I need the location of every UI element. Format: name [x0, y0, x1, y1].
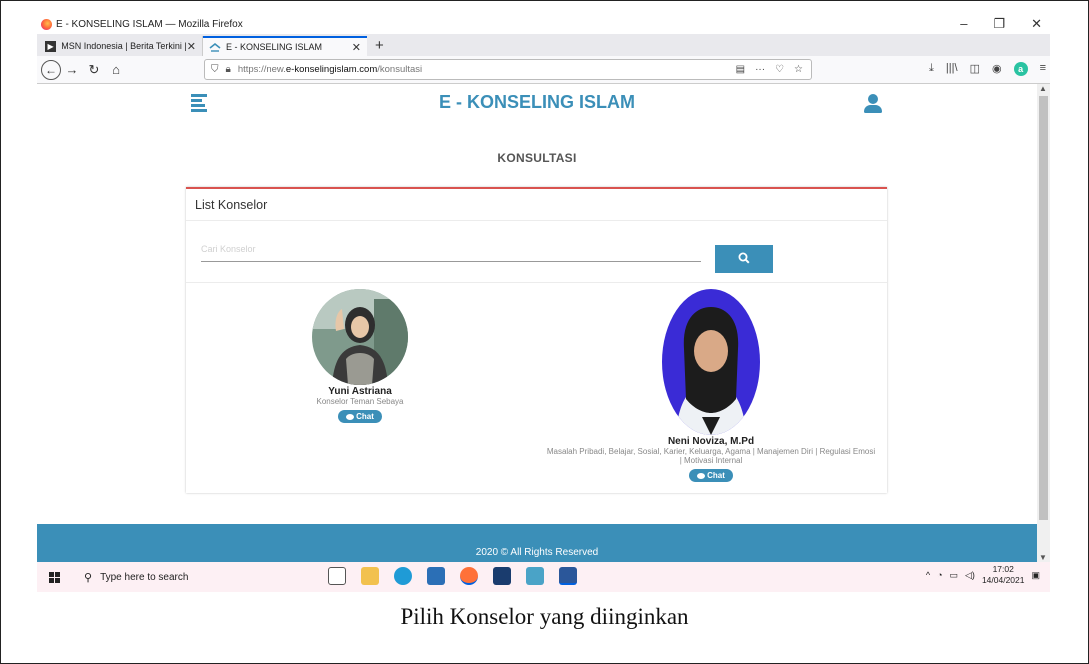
navigation-bar: ← → ↻ ⌂ ⛉ 🔒︎ https://new. e-konselingisla… [37, 56, 1050, 84]
counselor-card: Neni Noviza, M.Pd Masalah Pribadi, Belaj… [546, 289, 876, 483]
taskbar-apps [328, 567, 577, 585]
footer-text: 2020 © All Rights Reserved [475, 547, 599, 558]
site-title[interactable]: E - KONSELING ISLAM [37, 92, 1037, 113]
file-explorer-icon[interactable] [361, 567, 379, 585]
tab-label: MSN Indonesia | Berita Terkini | [61, 41, 187, 51]
task-view-icon[interactable] [328, 567, 346, 585]
shield-icon[interactable]: ⛉ [211, 64, 219, 75]
search-button[interactable] [715, 245, 773, 273]
mail-icon[interactable] [427, 567, 445, 585]
dropbox-icon[interactable] [493, 567, 511, 585]
clock-time: 17:02 [992, 564, 1014, 574]
back-button[interactable]: ← [41, 59, 61, 80]
reader-view-icon[interactable]: ▤ [736, 64, 745, 75]
scrollbar-thumb[interactable] [1039, 96, 1048, 520]
search-row [186, 221, 887, 283]
forward-button[interactable]: → [61, 62, 83, 77]
more-actions-icon[interactable]: ··· [755, 64, 765, 75]
chat-label: Chat [356, 412, 374, 421]
minimize-button[interactable]: – [960, 16, 967, 32]
site-header: E - KONSELING ISLAM [37, 84, 1037, 120]
tray-chevron-icon[interactable]: ^ [926, 570, 930, 580]
taskbar-search-placeholder: Type here to search [100, 571, 189, 583]
network-icon[interactable]: ◔ [937, 570, 942, 580]
search-counselor-input[interactable] [201, 236, 701, 262]
windows-start-icon[interactable] [49, 571, 60, 583]
firefox-logo-icon [41, 18, 52, 30]
site-favicon-icon [209, 42, 221, 53]
downloads-icon[interactable]: ⤓ [929, 62, 934, 76]
tab-msn[interactable]: ▶ MSN Indonesia | Berita Terkini | ✕ [39, 36, 203, 56]
window-titlebar: E - KONSELING ISLAM — Mozilla Firefox – … [37, 14, 1050, 34]
close-window-button[interactable]: ✕ [1031, 16, 1042, 32]
app-icon[interactable] [526, 567, 544, 585]
tab-bar: ▶ MSN Indonesia | Berita Terkini | ✕ E -… [37, 34, 1050, 56]
chat-label: Chat [707, 471, 725, 480]
maximize-button[interactable]: ❐ [993, 16, 1005, 32]
chat-button[interactable]: Chat [689, 469, 733, 482]
taskbar-search[interactable]: ⚲ Type here to search [74, 562, 318, 592]
chat-button[interactable]: Chat [338, 410, 382, 423]
url-prefix: https://new. [237, 64, 286, 75]
edge-browser-icon[interactable] [394, 567, 412, 585]
windows-taskbar: ⚲ Type here to search ^ ◔ ▭ ◁) 17:02 14/… [37, 562, 1050, 592]
pocket-icon[interactable]: ♡ [775, 64, 784, 75]
system-tray: ^ ◔ ▭ ◁) 17:02 14/04/2021 ▣ [926, 564, 1040, 586]
word-icon[interactable] [559, 567, 577, 585]
window-title: E - KONSELING ISLAM — Mozilla Firefox [56, 18, 243, 30]
battery-icon[interactable]: ▭ [950, 570, 959, 581]
page-heading: KONSULTASI [497, 151, 577, 165]
close-tab-icon[interactable]: ✕ [352, 41, 361, 54]
site-footer: 2020 © All Rights Reserved [37, 524, 1037, 562]
counselor-description: Konselor Teman Sebaya [316, 397, 404, 406]
counselor-photo [662, 289, 760, 435]
library-icon[interactable]: |||\ [946, 62, 958, 76]
close-tab-icon[interactable]: ✕ [187, 40, 196, 53]
chat-bubble-icon [697, 472, 706, 479]
figure-caption: Pilih Konselor yang diinginkan [400, 604, 689, 629]
url-domain: e-konselingislam.com [285, 64, 378, 75]
notifications-icon[interactable]: ▣ [1031, 570, 1040, 581]
page-scrollbar[interactable]: ▲ ▼ [1037, 84, 1050, 562]
search-icon [738, 252, 750, 264]
url-bar[interactable]: ⛉ 🔒︎ https://new. e-konselingislam.com/ko… [204, 59, 812, 80]
tab-label: E - KONSELING ISLAM [226, 42, 323, 52]
counselor-card: Yuni Astriana Konselor Teman Sebaya Chat [285, 289, 435, 424]
screenshot: E - KONSELING ISLAM — Mozilla Firefox – … [37, 14, 1050, 592]
counselor-name: Yuni Astriana [328, 386, 392, 397]
user-profile-icon[interactable] [864, 94, 882, 113]
page-viewport: E - KONSELING ISLAM KONSULTASI List Kons… [37, 84, 1037, 562]
chat-bubble-icon [346, 413, 355, 420]
counselor-list-card: List Konselor Cari Konselor Yuni Astrian… [186, 187, 887, 493]
scroll-down-icon[interactable]: ▼ [1039, 553, 1047, 562]
account-icon[interactable]: a [1013, 62, 1028, 76]
menu-icon[interactable]: ≡ [1040, 62, 1046, 76]
counselor-photo [312, 289, 408, 385]
search-icon: ⚲ [84, 571, 93, 584]
url-path: /konsultasi [377, 64, 423, 75]
reload-button[interactable]: ↻ [83, 62, 105, 78]
msn-icon: ▶ [45, 40, 57, 52]
extension-icon[interactable]: ◉ [992, 62, 1002, 76]
home-button[interactable]: ⌂ [105, 62, 127, 77]
counselor-description: Masalah Pribadi, Belajar, Sosial, Karier… [546, 447, 876, 465]
bookmark-star-icon[interactable]: ☆ [794, 64, 803, 75]
clock-date: 14/04/2021 [981, 575, 1025, 585]
new-tab-button[interactable]: + [367, 36, 392, 56]
scroll-up-icon[interactable]: ▲ [1039, 84, 1047, 93]
card-title: List Konselor [186, 189, 887, 221]
tab-konseling[interactable]: E - KONSELING ISLAM ✕ [203, 36, 367, 56]
firefox-taskbar-icon[interactable] [460, 567, 478, 585]
volume-icon[interactable]: ◁) [965, 570, 975, 581]
taskbar-clock[interactable]: 17:02 14/04/2021 [982, 564, 1025, 586]
counselor-name: Neni Noviza, M.Pd [667, 436, 755, 447]
sidebar-icon[interactable]: ◫ [970, 62, 980, 76]
lock-icon[interactable]: 🔒︎ [226, 64, 231, 75]
